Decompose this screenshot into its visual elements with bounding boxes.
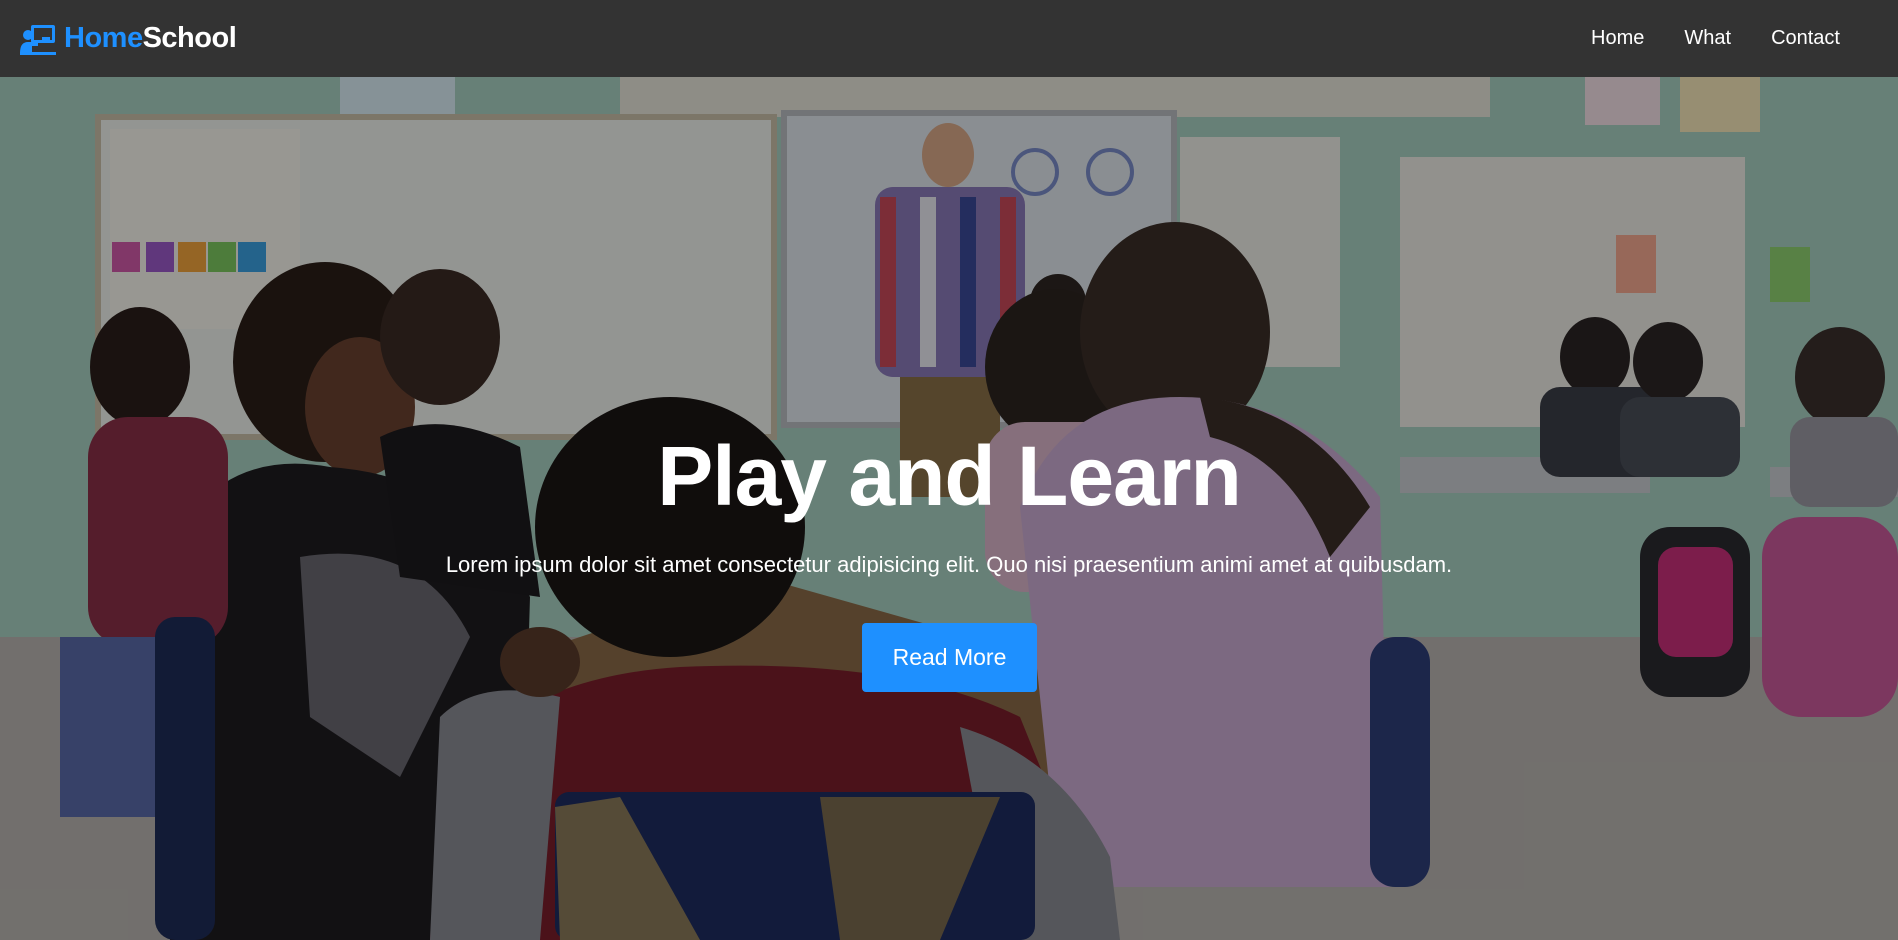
nav-link-what[interactable]: What [1664,0,1751,77]
navbar: HomeSchool Home What Contact [0,0,1898,77]
hero-title: Play and Learn [657,429,1242,523]
hero-text: Lorem ipsum dolor sit amet consectetur a… [445,552,1453,577]
brand-name: HomeSchool [64,22,237,55]
nav-link-contact[interactable]: Contact [1751,0,1860,77]
hero-content: Play and Learn Lorem ipsum dolor sit ame… [0,77,1898,940]
brand-name-part1: Home [64,22,143,54]
brand-name-part2: School [142,22,237,54]
brand-logo[interactable]: HomeSchool [20,22,237,55]
hero-section: Play and Learn Lorem ipsum dolor sit ame… [0,77,1898,940]
read-more-button[interactable]: Read More [862,623,1037,692]
nav-menu: Home What Contact [1571,0,1860,77]
teacher-board-icon [20,24,56,55]
nav-link-home[interactable]: Home [1571,0,1664,77]
